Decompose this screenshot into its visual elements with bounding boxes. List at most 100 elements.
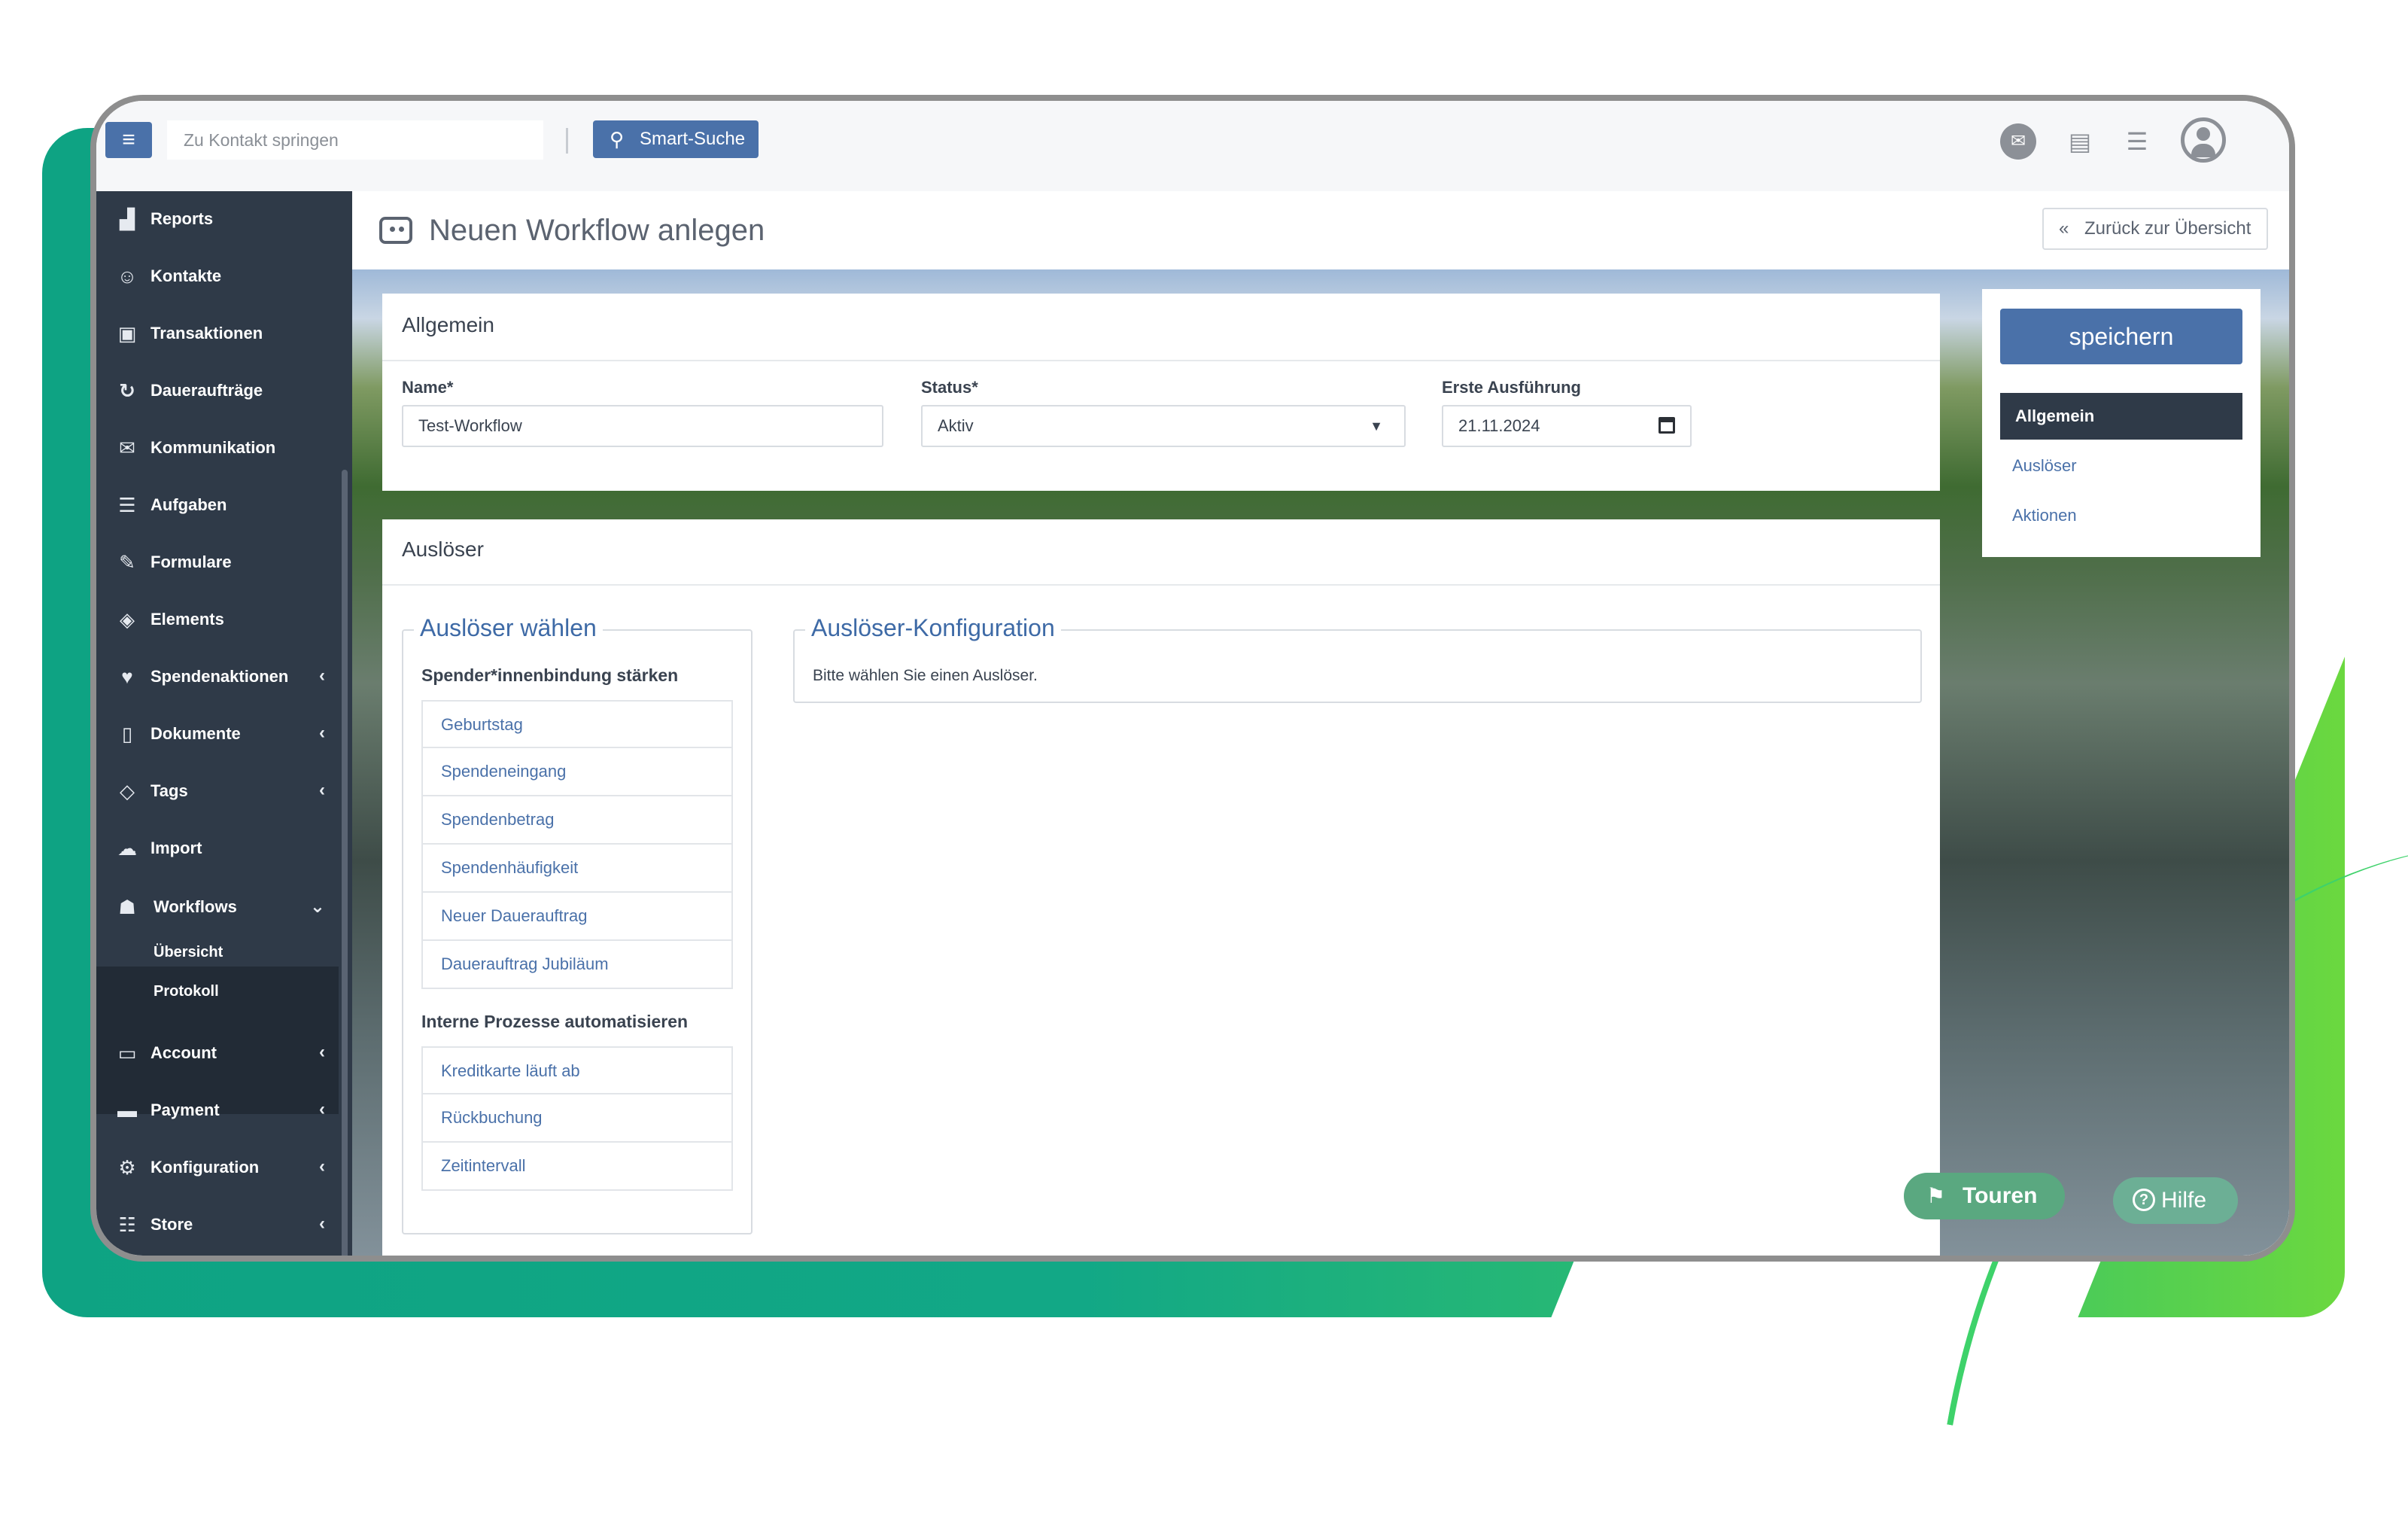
trigger-option-spendenhaeufigkeit[interactable]: Spendenhäufigkeit (421, 845, 733, 893)
sidebar-item-import[interactable]: ☁ Import (96, 820, 337, 876)
chart-icon: ▟ (120, 208, 135, 230)
hamburger-icon: ≡ (122, 127, 135, 152)
gear-icon: ⚙ (118, 1156, 136, 1179)
save-button[interactable]: speichern (2000, 309, 2242, 364)
chevron-left-icon: ‹ (319, 723, 325, 743)
chevron-left-icon: ‹ (319, 665, 325, 686)
robot-icon (379, 217, 412, 244)
puzzle-icon: ◈ (120, 608, 135, 631)
hamburger-menu-button[interactable]: ≡ (105, 122, 152, 158)
sidebar-item-reports[interactable]: ▟ Reports (96, 191, 337, 247)
sidebar-item-account[interactable]: ▭ Account ‹ (96, 1025, 337, 1081)
trigger-panel: Auslöser Auslöser wählen Spender*innenbi… (382, 519, 1940, 1256)
side-nav-ausloeser[interactable]: Auslöser (2000, 443, 2242, 489)
double-chevron-left-icon: « (2059, 218, 2069, 239)
back-to-overview-button[interactable]: « Zurück zur Übersicht (2042, 208, 2268, 250)
recurring-icon: ↻ (119, 379, 135, 402)
back-label: Zurück zur Übersicht (2084, 218, 2251, 239)
document-icon: ▯ (121, 723, 133, 745)
caret-down-icon: ▼ (1370, 419, 1383, 434)
side-panel: speichern Allgemein Auslöser Aktionen (1982, 289, 2261, 557)
first-run-date-input[interactable]: 21.11.2024 (1442, 405, 1692, 447)
name-label: Name* (402, 378, 454, 397)
sidebar-subitem-uebersicht[interactable]: Übersicht (154, 944, 223, 961)
sidebar-item-aufgaben[interactable]: ☰ Aufgaben (96, 477, 337, 533)
top-bar: ≡ ⚲ Smart-Suche ✉ ▤ ☰ (96, 101, 2289, 191)
megaphone-icon[interactable]: ✉ (2000, 123, 2036, 160)
store-icon: ☷ (118, 1213, 136, 1236)
sidebar-item-elements[interactable]: ◈ Elements (96, 592, 337, 647)
sidebar-item-transaktionen[interactable]: ▣ Transaktionen (96, 306, 337, 361)
panel-divider (382, 360, 1940, 361)
group-retention-title: Spender*innenbindung stärken (421, 665, 679, 685)
sidebar-item-tags[interactable]: ◇ Tags ‹ (96, 763, 337, 819)
side-nav-allgemein[interactable]: Allgemein (2000, 393, 2242, 440)
flag-icon: ⚑ (1926, 1184, 1946, 1207)
trigger-option-zeitintervall[interactable]: Zeitintervall (421, 1143, 733, 1191)
sidebar-item-konfiguration[interactable]: ⚙ Konfiguration ‹ (96, 1140, 337, 1195)
card-icon: ▬ (117, 1099, 137, 1122)
status-select[interactable]: Aktiv ▼ (921, 405, 1406, 447)
sidebar-item-dauerauftraege[interactable]: ↻ Daueraufträge (96, 363, 337, 419)
edit-icon: ✎ (119, 551, 135, 574)
sidebar-scrollbar[interactable] (342, 470, 348, 1256)
status-value: Aktiv (938, 416, 974, 435)
choose-trigger-fieldset: Auslöser wählen Spender*innenbindung stä… (402, 614, 752, 1234)
trigger-option-dauerauftrag-jubilaeum[interactable]: Dauerauftrag Jubiläum (421, 941, 733, 989)
first-run-label: Erste Ausführung (1442, 378, 1581, 397)
first-run-value: 21.11.2024 (1458, 416, 1540, 435)
chevron-left-icon: ‹ (319, 1156, 325, 1177)
sidebar-item-kommunikation[interactable]: ✉ Kommunikation (96, 420, 337, 476)
page-title: Neuen Workflow anlegen (429, 214, 765, 247)
trigger-heading: Auslöser (402, 537, 484, 561)
briefcase-icon: ▭ (117, 1042, 137, 1064)
trigger-option-spendenbetrag[interactable]: Spendenbetrag (421, 796, 733, 845)
choose-trigger-legend: Auslöser wählen (414, 614, 603, 642)
sidebar-subitem-protokoll[interactable]: Protokoll (154, 983, 219, 1000)
topbar-divider (566, 128, 568, 154)
sidebar-item-dokumente[interactable]: ▯ Dokumente ‹ (96, 706, 337, 762)
chat-icon: ✉ (119, 437, 135, 459)
sidebar-item-store[interactable]: ☷ Store ‹ (96, 1197, 337, 1253)
chevron-down-icon: ⌄ (309, 897, 325, 917)
sidebar-item-spendenaktionen[interactable]: ♥ Spendenaktionen ‹ (96, 649, 337, 705)
trigger-option-geburtstag[interactable]: Geburtstag (421, 700, 733, 748)
sidebar-item-kontakte[interactable]: ☺ Kontakte (96, 248, 337, 304)
help-button[interactable]: ? Hilfe (2113, 1177, 2238, 1224)
sidebar-item-workflows[interactable]: ☗ Workflows ⌄ (96, 879, 337, 935)
sidebar-item-formulare[interactable]: ✎ Formulare (96, 534, 337, 590)
jump-to-contact-input[interactable] (167, 120, 543, 160)
name-input[interactable]: Test-Workflow (402, 405, 883, 447)
chevron-left-icon: ‹ (319, 1042, 325, 1062)
sidebar: ▟ Reports ☺ Kontakte ▣ Transaktionen ↻ D… (96, 191, 352, 1256)
calendar-icon[interactable] (1659, 417, 1675, 434)
trigger-option-kreditkarte[interactable]: Kreditkarte läuft ab (421, 1046, 733, 1094)
chevron-left-icon: ‹ (319, 1099, 325, 1119)
help-label: Hilfe (2161, 1188, 2207, 1213)
smart-search-button[interactable]: ⚲ Smart-Suche (593, 120, 759, 158)
sidebar-item-payment[interactable]: ▬ Payment ‹ (96, 1082, 337, 1138)
group-internal-title: Interne Prozesse automatisieren (421, 1012, 689, 1031)
checklist-icon[interactable]: ☰ (2119, 123, 2155, 160)
device-frame: ≡ ⚲ Smart-Suche ✉ ▤ ☰ ▟ Reports ☺ Kontak… (90, 95, 2295, 1262)
cloud-upload-icon: ☁ (117, 837, 137, 860)
question-circle-icon: ? (2133, 1189, 2155, 1211)
trigger-option-rueckbuchung[interactable]: Rückbuchung (421, 1094, 733, 1143)
search-icon: ⚲ (610, 128, 625, 151)
users-icon: ☺ (117, 265, 138, 288)
status-label: Status* (921, 378, 978, 397)
user-avatar-icon[interactable] (2181, 117, 2226, 163)
chevron-left-icon: ‹ (319, 1213, 325, 1234)
side-nav-aktionen[interactable]: Aktionen (2000, 492, 2242, 539)
id-card-icon[interactable]: ▤ (2062, 123, 2098, 160)
trigger-config-legend: Auslöser-Konfiguration (805, 614, 1061, 642)
trigger-option-neuer-dauerauftrag[interactable]: Neuer Dauerauftrag (421, 893, 733, 941)
tasks-icon: ☰ (118, 494, 136, 516)
smart-search-label: Smart-Suche (640, 129, 746, 149)
trigger-option-spendeneingang[interactable]: Spendeneingang (421, 748, 733, 796)
chevron-left-icon: ‹ (319, 780, 325, 800)
money-icon: ▣ (117, 322, 137, 345)
tours-button[interactable]: ⚑ Touren (1904, 1173, 2065, 1219)
general-panel: Allgemein Name* Test-Workflow Status* Ak… (382, 294, 1940, 491)
tours-label: Touren (1963, 1183, 2038, 1208)
